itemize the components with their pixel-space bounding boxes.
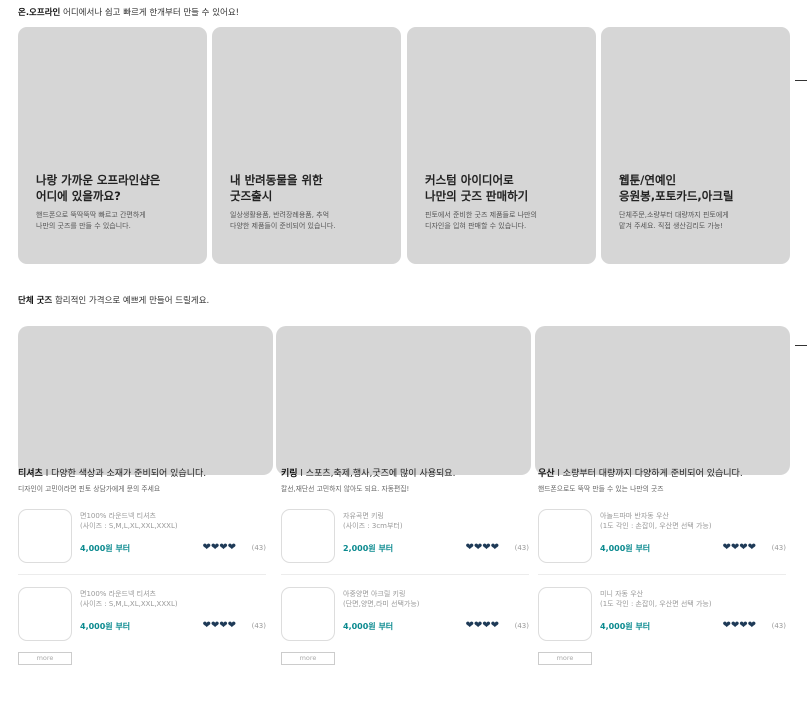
category-image-tshirt[interactable] [18,326,273,475]
product-price: 4,000원 부터 [80,544,131,553]
rating-count: (43) [251,622,266,630]
product-price: 4,000원 부터 [343,622,394,631]
more-button[interactable]: more [18,652,72,665]
rating-count: (43) [514,544,529,552]
card-desc: 핀토에서 준비한 굿즈 제품들로 나만의 디자인을 입혀 판매할 수 있습니다. [425,211,537,230]
column-title: 우산 l 소량부터 대량까지 다양하게 준비되어 있습니다. [538,469,743,479]
column-subtitle: 칼선,재단선 고민하지 않아도 되요. 자동편집! [281,485,410,493]
section1-title-bold: 온.오프라인 [18,8,61,18]
card-title: 내 반려동물을 위한 굿즈출시 [230,173,323,203]
divider [18,574,266,575]
more-button[interactable]: more [538,652,592,665]
column-title: 티셔츠 l 다양한 색상과 소재가 준비되어 있습니다. [18,469,207,479]
category-image-keyring[interactable] [276,326,531,475]
product-thumbnail[interactable] [281,509,335,563]
feature-card-pet-goods[interactable]: 내 반려동물을 위한 굿즈출시 일상생활용품, 반려장례용품, 추억 다양한 제품들… [212,27,401,264]
product-name: 자유곡면 키링 (사이즈 : 3cm부터) [343,512,403,530]
card-desc: 단체주문,소량부터 대량까지 핀토에게 맡겨 주세요. 직접 생산김리도 가능! [619,211,729,230]
product-item[interactable]: 자유곡면 키링 (사이즈 : 3cm부터) 2,000원 부터 ❤❤❤❤ (43) [281,509,529,567]
product-price: 4,000원 부터 [600,622,651,631]
product-price: 4,000원 부터 [80,622,131,631]
rating-hearts-icon: ❤❤❤❤ [465,620,499,631]
product-thumbnail[interactable] [538,509,592,563]
rating-hearts-icon: ❤❤❤❤ [202,542,236,553]
next-arrow-icon[interactable] [795,345,807,346]
product-name: 아중양면 아크릴 키링 (단면,양면,라미 선택가능) [343,590,420,608]
feature-card-webtoon[interactable]: 웹툰/연예인 응원봉,포토카드,아크릴 단체주문,소량부터 대량까지 핀토에게 맡겨… [601,27,790,264]
section2-title-bold: 단체 굿즈 [18,296,53,306]
rating-hearts-icon: ❤❤❤❤ [722,620,756,631]
rating-hearts-icon: ❤❤❤❤ [202,620,236,631]
product-name: 면100% 라운드넥 티셔츠 (사이즈 : S,M,L,XL,XXL,XXXL) [80,590,178,608]
column-title: 키링 l 스포츠,축제,행사,굿즈에 많이 사용되요. [281,469,456,479]
rating-count: (43) [771,544,786,552]
next-arrow-icon[interactable] [795,80,807,81]
column-subtitle: 디자인이 고민이라면 핀토 상담가에게 문의 주세요 [18,485,161,493]
product-name: 미니 자동 우산 (1도 각인 : 손잡이, 우산면 선택 가능) [600,590,712,608]
card-desc: 일상생활용품, 반려장례용품, 추억 다양한 제품들이 준비되어 있습니다. [230,211,336,230]
divider [538,574,786,575]
product-name: 면100% 라운드넥 티셔츠 (사이즈 : S,M,L,XL,XXL,XXXL) [80,512,178,530]
card-title: 웹툰/연예인 응원봉,포토카드,아크릴 [619,173,734,203]
rating-count: (43) [771,622,786,630]
rating-hearts-icon: ❤❤❤❤ [722,542,756,553]
divider [281,574,529,575]
product-price: 4,000원 부터 [600,544,651,553]
category-image-umbrella[interactable] [535,326,790,475]
product-thumbnail[interactable] [538,587,592,641]
feature-card-offline-shop[interactable]: 나랑 가까운 오프라인샵은 어디에 있을까요? 핸드폰으로 뚝딱뚝딱 빠르고 간편… [18,27,207,264]
card-desc: 핸드폰으로 뚝딱뚝딱 빠르고 간편하게 나만의 굿즈를 만들 수 있습니다. [36,211,146,230]
card-title: 나랑 가까운 오프라인샵은 어디에 있을까요? [36,173,161,203]
product-item[interactable]: 면100% 라운드넥 티셔츠 (사이즈 : S,M,L,XL,XXL,XXXL) … [18,587,266,645]
card-title: 커스텀 아이디어로 나만의 굿즈 판매하기 [425,173,529,203]
product-item[interactable]: 아중양면 아크릴 키링 (단면,양면,라미 선택가능) 4,000원 부터 ❤❤❤… [281,587,529,645]
rating-hearts-icon: ❤❤❤❤ [465,542,499,553]
product-thumbnail[interactable] [18,587,72,641]
section1-title: 온.오프라인 어디에서나 쉽고 빠르게 한개부터 만들 수 있어요! [18,6,239,18]
column-subtitle: 핸드폰으로도 뚝딱 만들 수 있는 나만의 굿즈 [538,485,664,493]
rating-count: (43) [514,622,529,630]
feature-card-custom-sell[interactable]: 커스텀 아이디어로 나만의 굿즈 판매하기 핀토에서 준비한 굿즈 제품들로 나만… [407,27,596,264]
product-thumbnail[interactable] [18,509,72,563]
section2-title: 단체 굿즈 합리적인 가격으로 예쁘게 만들어 드릴게요. [18,294,209,306]
product-name: 아놀드파마 반자동 우산 (1도 각인 : 손잡이, 우산면 선택 가능) [600,512,712,530]
section1-title-rest: 어디에서나 쉽고 빠르게 한개부터 만들 수 있어요! [60,8,240,18]
more-button[interactable]: more [281,652,335,665]
product-item[interactable]: 면100% 라운드넥 티셔츠 (사이즈 : S,M,L,XL,XXL,XXXL) … [18,509,266,567]
product-item[interactable]: 미니 자동 우산 (1도 각인 : 손잡이, 우산면 선택 가능) 4,000원 … [538,587,786,645]
section2-title-rest: 합리적인 가격으로 예쁘게 만들어 드릴게요. [52,296,210,306]
product-item[interactable]: 아놀드파마 반자동 우산 (1도 각인 : 손잡이, 우산면 선택 가능) 4,0… [538,509,786,567]
rating-count: (43) [251,544,266,552]
product-price: 2,000원 부터 [343,544,394,553]
product-thumbnail[interactable] [281,587,335,641]
